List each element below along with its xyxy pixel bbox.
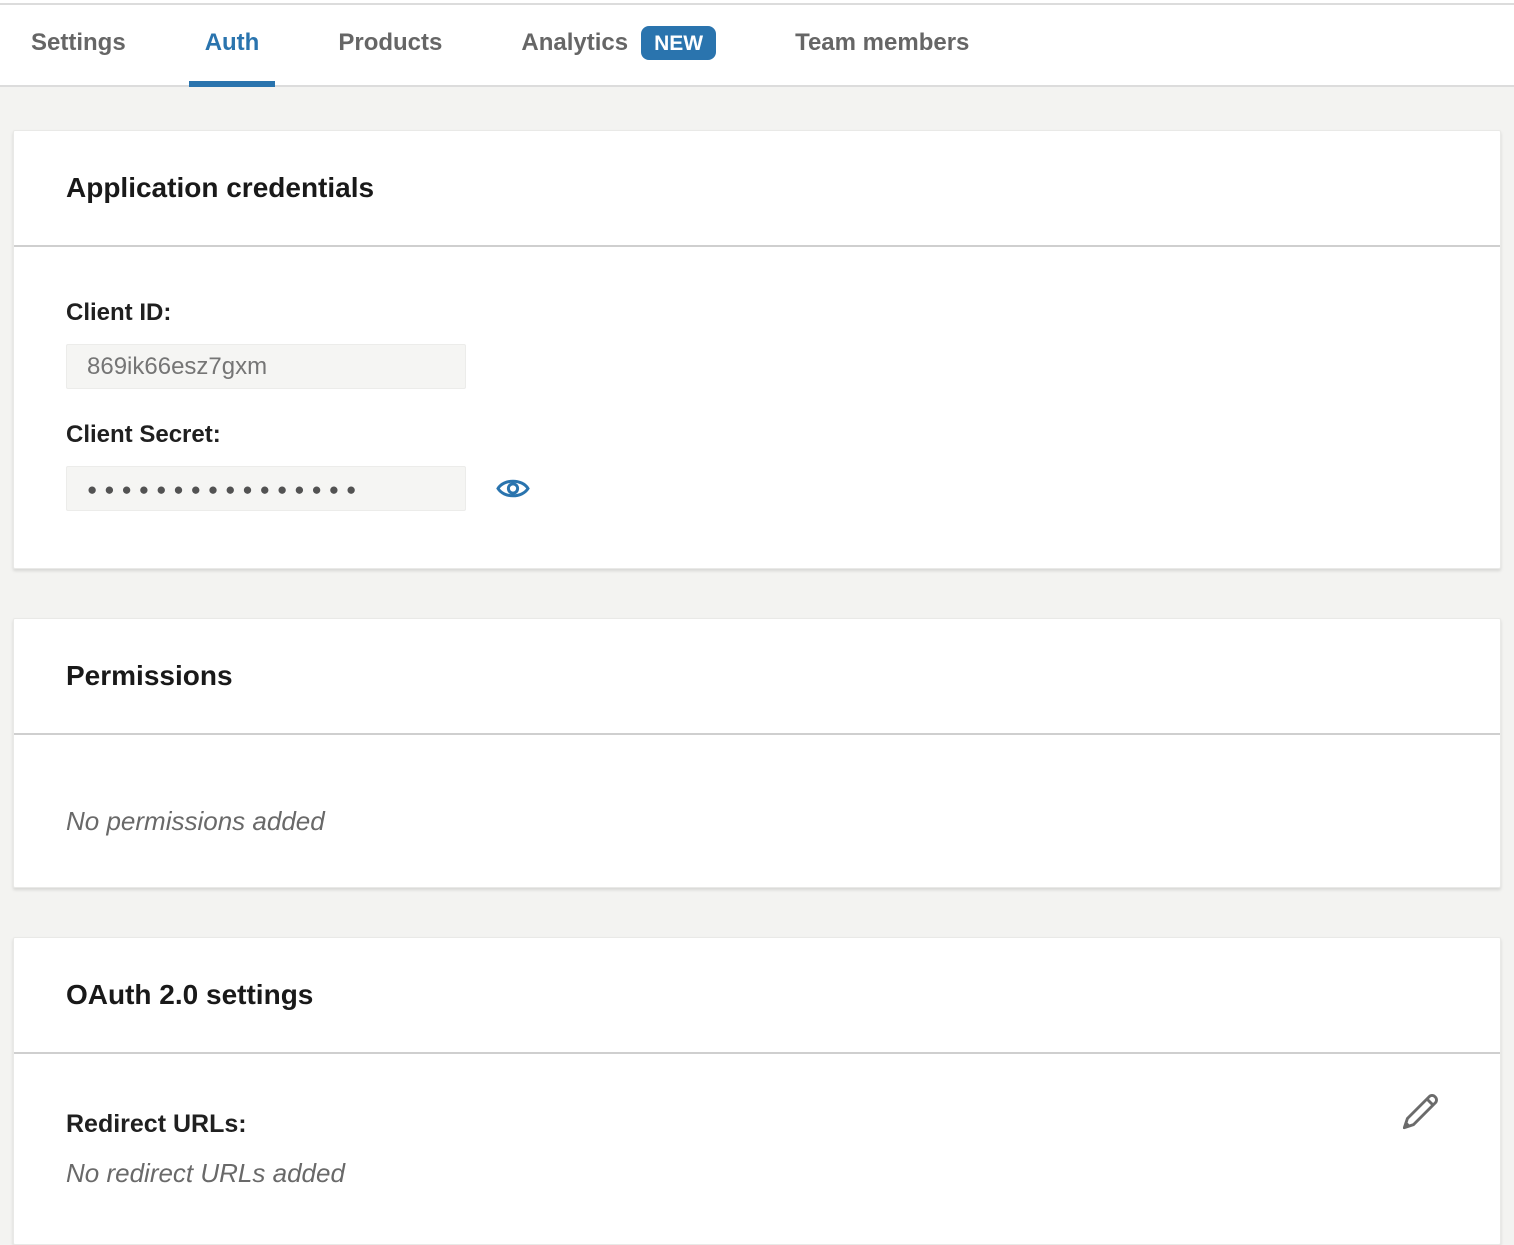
- permissions-card: Permissions No permissions added: [13, 618, 1501, 888]
- tab-analytics[interactable]: Analytics NEW: [505, 0, 732, 85]
- application-credentials-header: Application credentials: [14, 131, 1500, 247]
- oauth-settings-card: OAuth 2.0 settings Redirect URLs: No red…: [13, 937, 1501, 1245]
- tab-team-members-label: Team members: [795, 29, 969, 57]
- redirect-urls-empty-message: No redirect URLs added: [66, 1158, 1448, 1189]
- oauth-settings-header: OAuth 2.0 settings: [14, 938, 1500, 1054]
- client-id-label: Client ID:: [66, 299, 1448, 327]
- oauth-settings-title: OAuth 2.0 settings: [66, 979, 1448, 1011]
- tab-auth-label: Auth: [205, 29, 260, 57]
- client-secret-label: Client Secret:: [66, 421, 1448, 449]
- tab-team-members[interactable]: Team members: [779, 0, 985, 85]
- eye-icon: [496, 476, 530, 501]
- tab-analytics-label: Analytics: [521, 29, 628, 57]
- client-secret-field[interactable]: ●●●●●●●●●●●●●●●●: [66, 466, 466, 511]
- tab-products[interactable]: Products: [322, 0, 458, 85]
- redirect-urls-label: Redirect URLs:: [66, 1110, 1448, 1139]
- application-credentials-body: Client ID: 869ik66esz7gxm Client Secret:…: [14, 247, 1500, 568]
- tab-auth[interactable]: Auth: [189, 0, 276, 85]
- tab-products-label: Products: [338, 29, 442, 57]
- permissions-body: No permissions added: [14, 735, 1500, 887]
- tab-settings[interactable]: Settings: [15, 0, 142, 85]
- tab-settings-label: Settings: [31, 29, 126, 57]
- permissions-title: Permissions: [66, 660, 1448, 692]
- new-badge: NEW: [641, 26, 716, 60]
- edit-redirect-urls-button[interactable]: [1399, 1090, 1442, 1133]
- tab-bar: Settings Auth Products Analytics NEW Tea…: [0, 0, 1514, 87]
- client-id-value: 869ik66esz7gxm: [87, 353, 267, 381]
- pencil-icon: [1399, 1090, 1442, 1133]
- auth-tab-content: Application credentials Client ID: 869ik…: [0, 87, 1514, 1245]
- reveal-secret-button[interactable]: [496, 476, 530, 501]
- permissions-header: Permissions: [14, 619, 1500, 735]
- application-credentials-title: Application credentials: [66, 172, 1448, 204]
- permissions-empty-message: No permissions added: [66, 806, 1448, 837]
- application-credentials-card: Application credentials Client ID: 869ik…: [13, 130, 1501, 569]
- client-secret-masked-value: ●●●●●●●●●●●●●●●●: [87, 478, 363, 500]
- oauth-settings-body: Redirect URLs: No redirect URLs added: [14, 1054, 1500, 1244]
- client-id-field[interactable]: 869ik66esz7gxm: [66, 344, 466, 389]
